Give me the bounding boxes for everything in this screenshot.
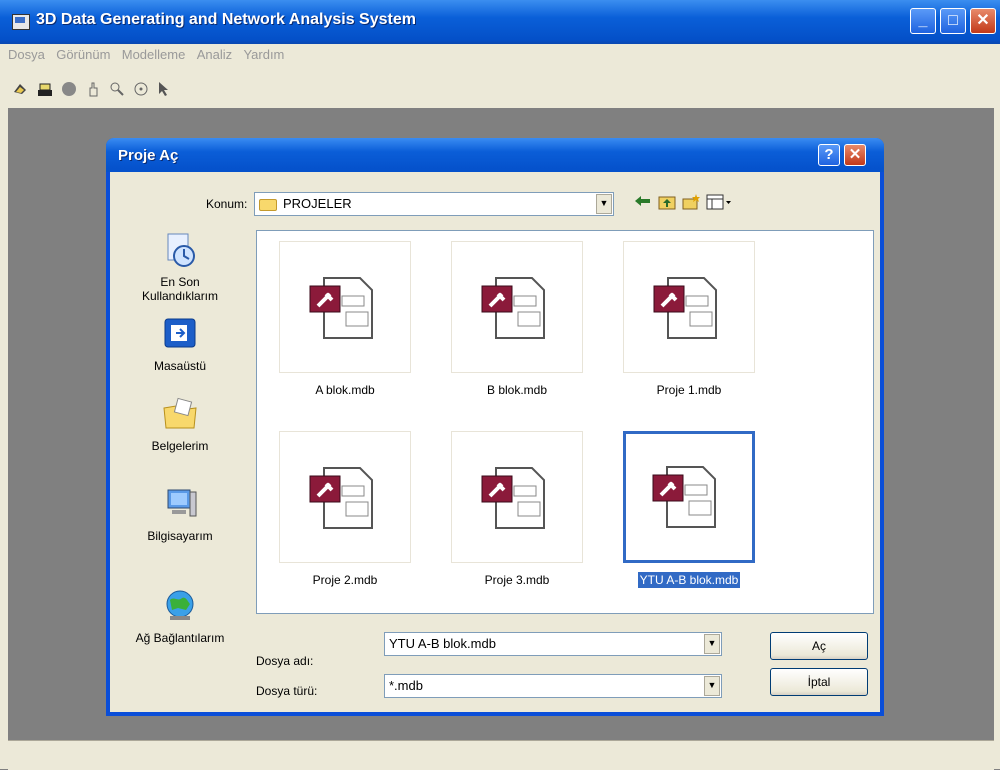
close-button[interactable]: ✕: [970, 8, 996, 34]
place-label: Ağ Bağlantılarım: [135, 631, 225, 645]
cancel-button[interactable]: İptal: [770, 668, 868, 696]
place-my-documents[interactable]: Belgelerim: [110, 396, 250, 453]
app-icon: [12, 14, 30, 30]
filename-input[interactable]: YTU A-B blok.mdb ▼: [384, 632, 722, 656]
file-name: YTU A-B blok.mdb: [637, 572, 741, 588]
view-menu-icon[interactable]: [706, 194, 732, 215]
access-db-icon: [309, 467, 373, 529]
up-folder-icon[interactable]: [658, 194, 676, 215]
access-db-icon: [652, 466, 716, 528]
menu-yardim[interactable]: Yardım: [243, 47, 284, 62]
my-documents-icon: [163, 397, 197, 429]
chevron-down-icon[interactable]: ▼: [596, 194, 612, 214]
place-network[interactable]: Ağ Bağlantılarım: [110, 588, 250, 645]
file-item-selected[interactable]: YTU A-B blok.mdb: [623, 431, 755, 601]
file-name: Proje 2.mdb: [312, 573, 378, 587]
access-db-icon: [481, 277, 545, 339]
zoom-icon[interactable]: [108, 80, 126, 98]
dialog-body: Konum: PROJELER ▼ En Son Kullandıklarım: [110, 172, 880, 712]
target-icon[interactable]: [132, 80, 150, 98]
chevron-down-icon[interactable]: ▼: [704, 634, 720, 654]
place-label: Kullandıklarım: [141, 289, 219, 303]
location-value: PROJELER: [283, 196, 352, 211]
new-folder-icon[interactable]: [682, 194, 700, 215]
status-bar: [8, 740, 994, 770]
toolbar: [0, 64, 1000, 109]
stop-icon[interactable]: [60, 80, 78, 98]
file-item[interactable]: A blok.mdb: [279, 241, 411, 411]
menu-gorunum[interactable]: Görünüm: [56, 47, 110, 62]
filetype-value: *.mdb: [389, 678, 423, 693]
file-name: B blok.mdb: [486, 383, 548, 397]
menu-analiz[interactable]: Analiz: [197, 47, 232, 62]
dialog-title: Proje Aç: [118, 147, 179, 164]
place-desktop[interactable]: Masaüstü: [110, 316, 250, 373]
place-my-computer[interactable]: Bilgisayarım: [110, 486, 250, 543]
back-arrow-icon[interactable]: [634, 194, 652, 213]
filetype-select[interactable]: *.mdb ▼: [384, 674, 722, 698]
window-right-border: [994, 108, 1000, 769]
access-db-icon: [653, 277, 717, 339]
my-computer-icon: [167, 489, 197, 517]
filetype-label: Dosya türü:: [256, 684, 318, 698]
window-left-border: [0, 108, 8, 769]
dialog-close-button[interactable]: ✕: [844, 144, 866, 166]
minimize-button[interactable]: _: [910, 8, 936, 34]
file-item[interactable]: Proje 1.mdb: [623, 241, 755, 411]
place-label: Belgelerim: [151, 439, 209, 453]
open-button[interactable]: Aç: [770, 632, 868, 660]
menu-modelleme[interactable]: Modelleme: [122, 47, 186, 62]
file-item[interactable]: Proje 2.mdb: [279, 431, 411, 601]
filename-label: Dosya adı:: [256, 654, 314, 668]
filename-value: YTU A-B blok.mdb: [389, 636, 496, 651]
access-db-icon: [481, 467, 545, 529]
place-label: En Son: [160, 275, 200, 289]
main-titlebar: 3D Data Generating and Network Analysis …: [0, 0, 1000, 44]
place-label: Bilgisayarım: [147, 529, 213, 543]
file-list[interactable]: A blok.mdb B blok.mdb Proje 1.mdb Proje …: [256, 230, 874, 614]
pointer-icon[interactable]: [156, 80, 174, 98]
file-name: A blok.mdb: [315, 383, 375, 397]
dialog-titlebar: Proje Aç ? ✕: [106, 138, 884, 172]
open-project-dialog: Proje Aç ? ✕ Konum: PROJELER ▼ En Son Ku…: [106, 138, 884, 716]
location-combo[interactable]: PROJELER ▼: [254, 192, 614, 216]
places-bar: En Son Kullandıklarım Masaüstü Belgeleri…: [110, 208, 250, 708]
open-project-icon[interactable]: [12, 80, 30, 98]
access-db-icon: [309, 277, 373, 339]
network-icon: [166, 590, 194, 620]
table-icon[interactable]: [36, 80, 54, 98]
file-name: Proje 3.mdb: [484, 573, 550, 587]
place-recent[interactable]: En Son Kullandıklarım: [110, 232, 250, 303]
file-item[interactable]: Proje 3.mdb: [451, 431, 583, 601]
help-button[interactable]: ?: [818, 144, 840, 166]
folder-icon: [259, 198, 277, 211]
pan-icon[interactable]: [84, 80, 102, 98]
chevron-down-icon[interactable]: ▼: [704, 676, 720, 696]
maximize-button[interactable]: □: [940, 8, 966, 34]
desktop-icon: [164, 318, 196, 348]
app-title: 3D Data Generating and Network Analysis …: [36, 11, 416, 28]
place-label: Masaüstü: [153, 359, 207, 373]
file-item[interactable]: B blok.mdb: [451, 241, 583, 411]
file-name: Proje 1.mdb: [656, 383, 722, 397]
recent-icon: [167, 233, 195, 267]
menu-dosya[interactable]: Dosya: [8, 47, 45, 62]
menubar: Dosya Görünüm Modelleme Analiz Yardım: [0, 44, 1000, 64]
